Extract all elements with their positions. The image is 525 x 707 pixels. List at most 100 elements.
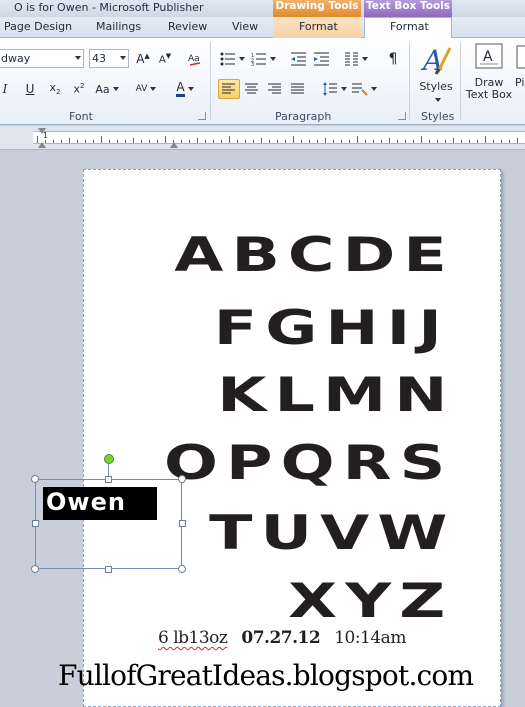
underline-button[interactable]: U xyxy=(22,79,38,99)
ruler-tick xyxy=(245,140,246,143)
birth-date: 07.27.12 xyxy=(241,628,321,648)
picture-button[interactable]: Pi xyxy=(515,42,525,89)
decrease-indent-button[interactable] xyxy=(290,49,308,69)
chevron-down-icon[interactable] xyxy=(120,56,126,60)
alphabet-line-3[interactable]: KLMN xyxy=(217,372,455,419)
owen-text: Owen xyxy=(46,488,126,516)
owen-text-highlight[interactable]: Owen xyxy=(43,487,157,520)
alphabet-line-2[interactable]: FGHIJ xyxy=(214,305,450,352)
change-case-button[interactable]: Aa xyxy=(93,79,121,99)
font-color-button[interactable]: A xyxy=(172,79,198,99)
alphabet-line-1[interactable]: ABCDE xyxy=(174,232,455,279)
drawing-tools-header: Drawing Tools xyxy=(273,0,361,17)
ruler-tick xyxy=(133,138,134,143)
font-size-value: 43 xyxy=(92,52,106,65)
ruler-tick xyxy=(85,140,86,143)
paragraph-styles-button[interactable] xyxy=(350,79,378,99)
clear-formatting-button[interactable]: Aa xyxy=(184,49,206,69)
ruler-tick xyxy=(253,140,254,143)
ruler-tick xyxy=(317,140,318,143)
ruler-scale: 1 xyxy=(33,131,525,144)
chevron-down-icon xyxy=(112,87,119,91)
ruler-tick xyxy=(237,140,238,143)
resize-handle-bottom-left[interactable] xyxy=(31,565,39,573)
hanging-indent-marker[interactable] xyxy=(38,142,46,148)
first-line-indent-marker[interactable] xyxy=(38,128,46,134)
ruler-tick xyxy=(469,140,470,143)
columns-icon xyxy=(344,52,358,66)
tab-page-design[interactable]: Page Design xyxy=(4,20,72,33)
right-indent-marker[interactable] xyxy=(170,142,178,148)
picture-icon xyxy=(516,45,525,69)
tab-textbox-format[interactable]: Format xyxy=(390,20,429,33)
horizontal-ruler[interactable]: 1 xyxy=(0,126,525,150)
birth-details-text[interactable]: 6 lb13oz 07.27.12 10:14am xyxy=(158,628,406,648)
line-spacing-button[interactable] xyxy=(320,79,348,99)
styles-button-label: Styles xyxy=(415,81,457,105)
tab-review[interactable]: Review xyxy=(168,20,207,33)
columns-button[interactable] xyxy=(343,49,369,69)
group-separator xyxy=(460,42,461,120)
ruler-tick xyxy=(325,138,326,143)
alphabet-line-4[interactable]: OPQRS xyxy=(164,440,453,487)
resize-handle-bottom-right[interactable] xyxy=(178,565,186,573)
chevron-down-icon xyxy=(269,57,276,61)
paragraph-dialog-launcher-icon[interactable] xyxy=(398,112,406,120)
ruler-tick xyxy=(189,140,190,143)
draw-text-box-button[interactable]: A Draw Text Box xyxy=(465,42,513,101)
resize-handle-left[interactable] xyxy=(32,520,39,527)
show-paragraph-marks-button[interactable]: ¶ xyxy=(384,49,402,69)
resize-handle-top-right[interactable] xyxy=(178,475,186,483)
subscript-button[interactable]: x2 xyxy=(46,79,64,99)
text-box-icon: A xyxy=(475,43,503,69)
styles-button[interactable]: A Styles xyxy=(415,42,457,105)
rotate-handle[interactable] xyxy=(104,454,114,464)
ruler-tick xyxy=(461,140,462,143)
align-left-button[interactable] xyxy=(218,79,240,99)
group-separator xyxy=(210,42,211,120)
numbering-button[interactable]: 123 xyxy=(250,49,276,69)
ruler-tick xyxy=(277,140,278,143)
increase-indent-button[interactable] xyxy=(313,49,331,69)
character-spacing-button[interactable]: AV xyxy=(133,79,159,99)
ruler-tick xyxy=(405,140,406,143)
styles-icon: A xyxy=(420,44,452,77)
font-dialog-launcher-icon[interactable] xyxy=(198,112,206,120)
ruler-tick xyxy=(301,140,302,143)
chevron-down-icon xyxy=(238,57,245,61)
ruler-tick xyxy=(373,140,374,143)
justify-button[interactable] xyxy=(288,79,308,99)
resize-handle-top-left[interactable] xyxy=(31,475,39,483)
resize-handle-top[interactable] xyxy=(105,476,112,483)
align-center-button[interactable] xyxy=(242,79,262,99)
chevron-down-icon[interactable] xyxy=(75,56,81,60)
subscript-icon: x2 xyxy=(49,81,61,97)
tab-drawing-format[interactable]: Format xyxy=(299,20,338,33)
ribbon-tab-row: Page Design Mailings Review View Format … xyxy=(0,17,525,38)
shrink-font-icon: A▼ xyxy=(158,52,172,66)
align-right-button[interactable] xyxy=(265,79,285,99)
tab-mailings[interactable]: Mailings xyxy=(96,20,141,33)
font-size-combo[interactable]: 43 xyxy=(89,49,129,68)
alphabet-line-6[interactable]: XYZ xyxy=(288,578,453,625)
italic-button[interactable]: I xyxy=(0,79,12,99)
ruler-tick xyxy=(101,136,102,143)
tab-view[interactable]: View xyxy=(232,20,258,33)
resize-handle-right[interactable] xyxy=(179,520,186,527)
alphabet-line-5[interactable]: TUVW xyxy=(209,510,455,557)
superscript-button[interactable]: x2 xyxy=(70,79,88,99)
justify-icon xyxy=(291,83,304,94)
bullets-button[interactable] xyxy=(219,49,245,69)
font-name-combo[interactable]: dway xyxy=(0,49,84,68)
font-name-value: dway xyxy=(1,52,31,65)
grow-font-button[interactable]: A▲ xyxy=(133,49,153,69)
chevron-down-icon xyxy=(340,87,347,91)
ruler-tick xyxy=(221,140,222,143)
ruler-tick xyxy=(165,136,166,143)
ruler-tick xyxy=(445,140,446,143)
ruler-tick xyxy=(501,140,502,143)
resize-handle-bottom[interactable] xyxy=(105,566,112,573)
ruler-tick xyxy=(341,140,342,143)
ruler-tick xyxy=(333,140,334,143)
shrink-font-button[interactable]: A▼ xyxy=(155,49,175,69)
